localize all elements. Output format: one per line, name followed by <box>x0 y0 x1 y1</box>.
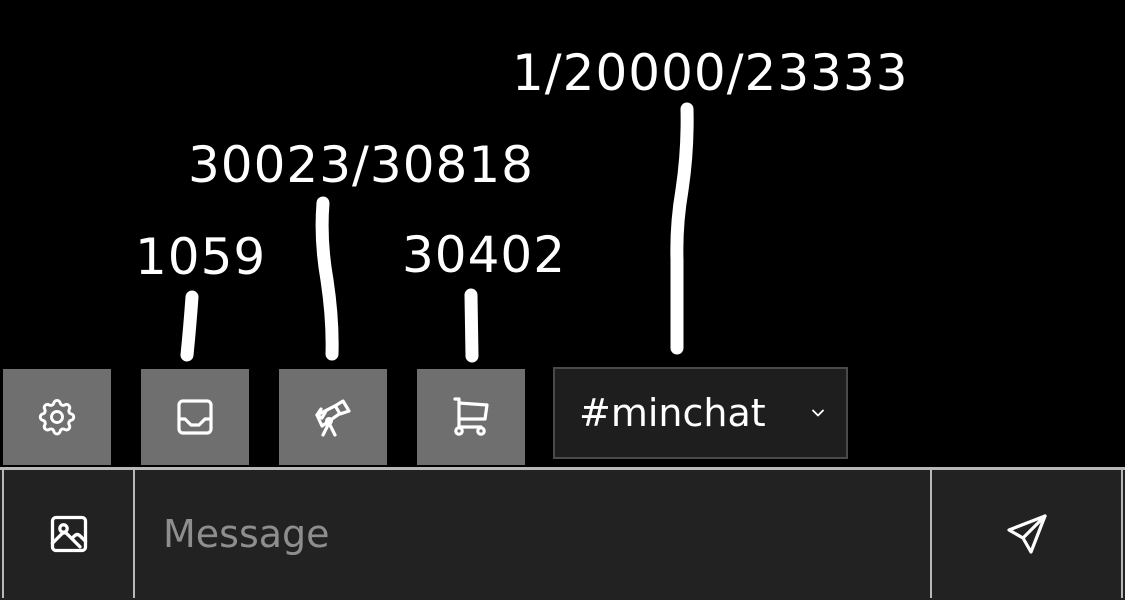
shopping-cart-icon <box>453 397 489 436</box>
inbox-button[interactable] <box>141 369 249 465</box>
attach-image-button[interactable] <box>2 470 135 598</box>
send-icon <box>1006 514 1047 554</box>
settings-button[interactable] <box>3 369 111 465</box>
image-icon <box>50 515 87 553</box>
annotation-label-telescope-button: 30023/30818 <box>188 136 534 194</box>
annotation-label-cart-button: 30402 <box>402 226 567 284</box>
annotation-line-telescope <box>315 196 339 361</box>
inbox-icon <box>177 399 213 435</box>
telescope-icon <box>315 399 351 437</box>
annotation-label-channel-select: 1/20000/23333 <box>512 44 909 102</box>
telescope-button[interactable] <box>279 369 387 465</box>
send-button[interactable] <box>930 470 1123 598</box>
annotation-label-inbox-button: 1059 <box>135 228 267 286</box>
chevron-down-icon <box>808 403 828 423</box>
cart-button[interactable] <box>417 369 525 465</box>
annotation-line-cart <box>464 288 479 363</box>
message-composer <box>0 467 1125 600</box>
annotation-line-inbox <box>180 290 199 362</box>
annotation-line-channel <box>670 102 694 355</box>
channel-select[interactable]: #minchat <box>553 367 848 459</box>
message-input[interactable] <box>137 470 930 598</box>
channel-select-value: #minchat <box>579 391 766 435</box>
gear-icon <box>38 398 76 436</box>
